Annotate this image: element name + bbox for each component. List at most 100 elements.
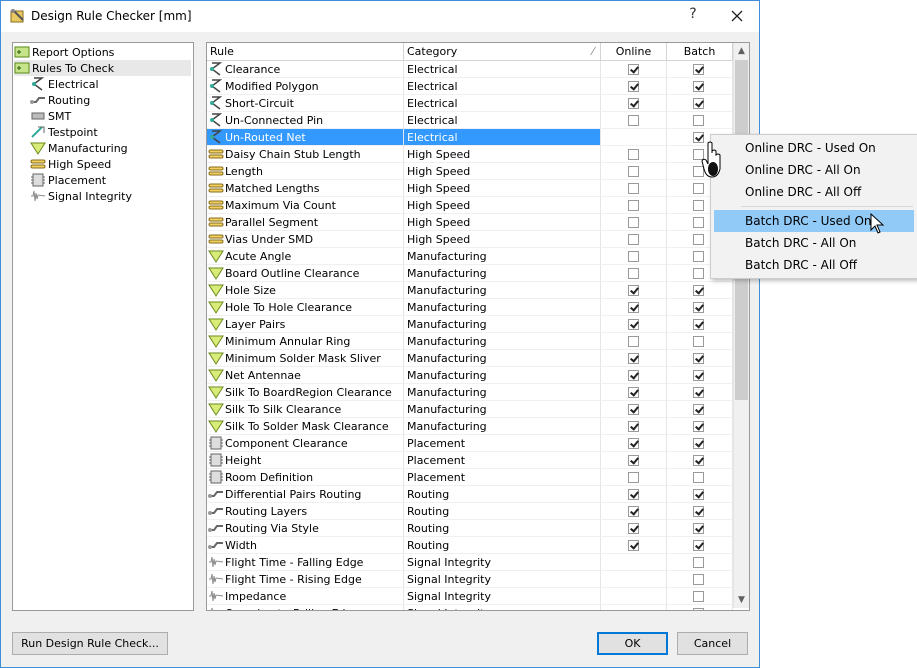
rule-cell[interactable]: Length [207,163,404,180]
category-cell[interactable]: High Speed [404,163,601,180]
online-checkbox[interactable] [628,64,639,75]
rule-cell[interactable]: Silk To BoardRegion Clearance [207,384,404,401]
rule-cell[interactable]: Clearance [207,61,404,78]
header-category[interactable]: Category ⁄ [404,43,601,60]
tree-item-smt[interactable]: SMT [30,108,191,124]
batch-checkbox[interactable] [693,217,704,228]
category-cell[interactable]: High Speed [404,231,601,248]
table-row[interactable]: Un-Routed Net Electrical [207,129,733,146]
category-cell[interactable]: Manufacturing [404,367,601,384]
online-checkbox[interactable] [628,81,639,92]
rule-cell[interactable]: Minimum Annular Ring [207,333,404,350]
table-row[interactable]: Matched Lengths High Speed [207,180,733,197]
category-cell[interactable]: Placement [404,435,601,452]
rule-cell[interactable]: Matched Lengths [207,180,404,197]
batch-checkbox[interactable] [693,268,704,279]
online-checkbox[interactable] [628,183,639,194]
rule-cell[interactable]: Modified Polygon [207,78,404,95]
rule-cell[interactable]: Height [207,452,404,469]
category-cell[interactable]: Signal Integrity [404,571,601,588]
category-cell[interactable]: Manufacturing [404,401,601,418]
category-cell[interactable]: Signal Integrity [404,588,601,605]
batch-checkbox[interactable] [693,455,704,466]
batch-checkbox[interactable] [693,370,704,381]
table-row[interactable]: Parallel Segment High Speed [207,214,733,231]
tree-item-rules-to-check[interactable]: Rules To Check [14,60,191,76]
online-checkbox[interactable] [628,489,639,500]
batch-checkbox[interactable] [693,251,704,262]
table-row[interactable]: Board Outline Clearance Manufacturing [207,265,733,282]
rule-cell[interactable]: Flight Time - Falling Edge [207,554,404,571]
category-cell[interactable]: Manufacturing [404,282,601,299]
online-checkbox[interactable] [628,98,639,109]
table-row[interactable]: Hole To Hole Clearance Manufacturing [207,299,733,316]
ok-button[interactable]: OK [597,632,668,655]
header-batch[interactable]: Batch [667,43,733,60]
table-row[interactable]: Flight Time - Falling Edge Signal Integri… [207,554,733,571]
batch-checkbox[interactable] [693,319,704,330]
category-cell[interactable]: Placement [404,452,601,469]
tree-item-manufacturing[interactable]: Manufacturing [30,140,191,156]
vertical-scrollbar[interactable]: ▲ ▼ [733,43,749,608]
category-cell[interactable]: Manufacturing [404,350,601,367]
batch-checkbox[interactable] [693,421,704,432]
tree-item-electrical[interactable]: Electrical [30,76,191,92]
category-cell[interactable]: Placement [404,469,601,486]
category-cell[interactable]: High Speed [404,214,601,231]
online-checkbox[interactable] [628,506,639,517]
table-row[interactable]: Differential Pairs Routing Routing [207,486,733,503]
cancel-button[interactable]: Cancel [677,632,748,655]
rule-cell[interactable]: Width [207,537,404,554]
batch-checkbox[interactable] [693,591,704,602]
online-checkbox[interactable] [628,149,639,160]
batch-checkbox[interactable] [693,115,704,126]
online-checkbox[interactable] [628,353,639,364]
batch-checkbox[interactable] [693,336,704,347]
category-cell[interactable]: Signal Integrity [404,554,601,571]
table-row[interactable]: Maximum Via Count High Speed [207,197,733,214]
batch-checkbox[interactable] [693,438,704,449]
table-row[interactable]: Daisy Chain Stub Length High Speed [207,146,733,163]
batch-checkbox[interactable] [693,523,704,534]
rule-cell[interactable]: Daisy Chain Stub Length [207,146,404,163]
menu-item-batch-drc-all-off[interactable]: Batch DRC - All Off [714,254,914,276]
category-cell[interactable]: Manufacturing [404,333,601,350]
tree-item-testpoint[interactable]: Testpoint [30,124,191,140]
online-checkbox[interactable] [628,234,639,245]
rule-cell[interactable]: Short-Circuit [207,95,404,112]
table-row[interactable]: Silk To Silk Clearance Manufacturing [207,401,733,418]
category-cell[interactable]: Routing [404,503,601,520]
rule-cell[interactable]: Vias Under SMD [207,231,404,248]
table-row[interactable]: Acute Angle Manufacturing [207,248,733,265]
scroll-down-icon[interactable]: ▼ [734,592,749,608]
batch-checkbox[interactable] [693,404,704,415]
online-checkbox[interactable] [628,455,639,466]
run-drc-button[interactable]: Run Design Rule Check... [12,632,168,655]
batch-checkbox[interactable] [693,302,704,313]
menu-item-online-drc-all-off[interactable]: Online DRC - All Off [714,181,914,203]
rule-cell[interactable]: Acute Angle [207,248,404,265]
online-checkbox[interactable] [628,319,639,330]
rule-cell[interactable]: Un-Connected Pin [207,112,404,129]
menu-item-batch-drc-all-on[interactable]: Batch DRC - All On [714,232,914,254]
category-cell[interactable]: Manufacturing [404,248,601,265]
category-cell[interactable]: Manufacturing [404,265,601,282]
online-checkbox[interactable] [628,438,639,449]
tree-item-placement[interactable]: Placement [30,172,191,188]
category-cell[interactable]: Electrical [404,78,601,95]
online-checkbox[interactable] [628,421,639,432]
category-cell[interactable]: Manufacturing [404,384,601,401]
table-row[interactable]: Flight Time - Rising Edge Signal Integrit… [207,571,733,588]
category-cell[interactable]: High Speed [404,146,601,163]
rule-cell[interactable]: Flight Time - Rising Edge [207,571,404,588]
batch-checkbox[interactable] [693,472,704,483]
table-row[interactable]: Short-Circuit Electrical [207,95,733,112]
scroll-up-icon[interactable]: ▲ [734,43,749,59]
batch-checkbox[interactable] [693,353,704,364]
category-cell[interactable]: Manufacturing [404,418,601,435]
table-row[interactable]: Length High Speed [207,163,733,180]
online-checkbox[interactable] [628,285,639,296]
batch-checkbox[interactable] [693,200,704,211]
rule-cell[interactable]: Differential Pairs Routing [207,486,404,503]
rule-cell[interactable]: Routing Via Style [207,520,404,537]
